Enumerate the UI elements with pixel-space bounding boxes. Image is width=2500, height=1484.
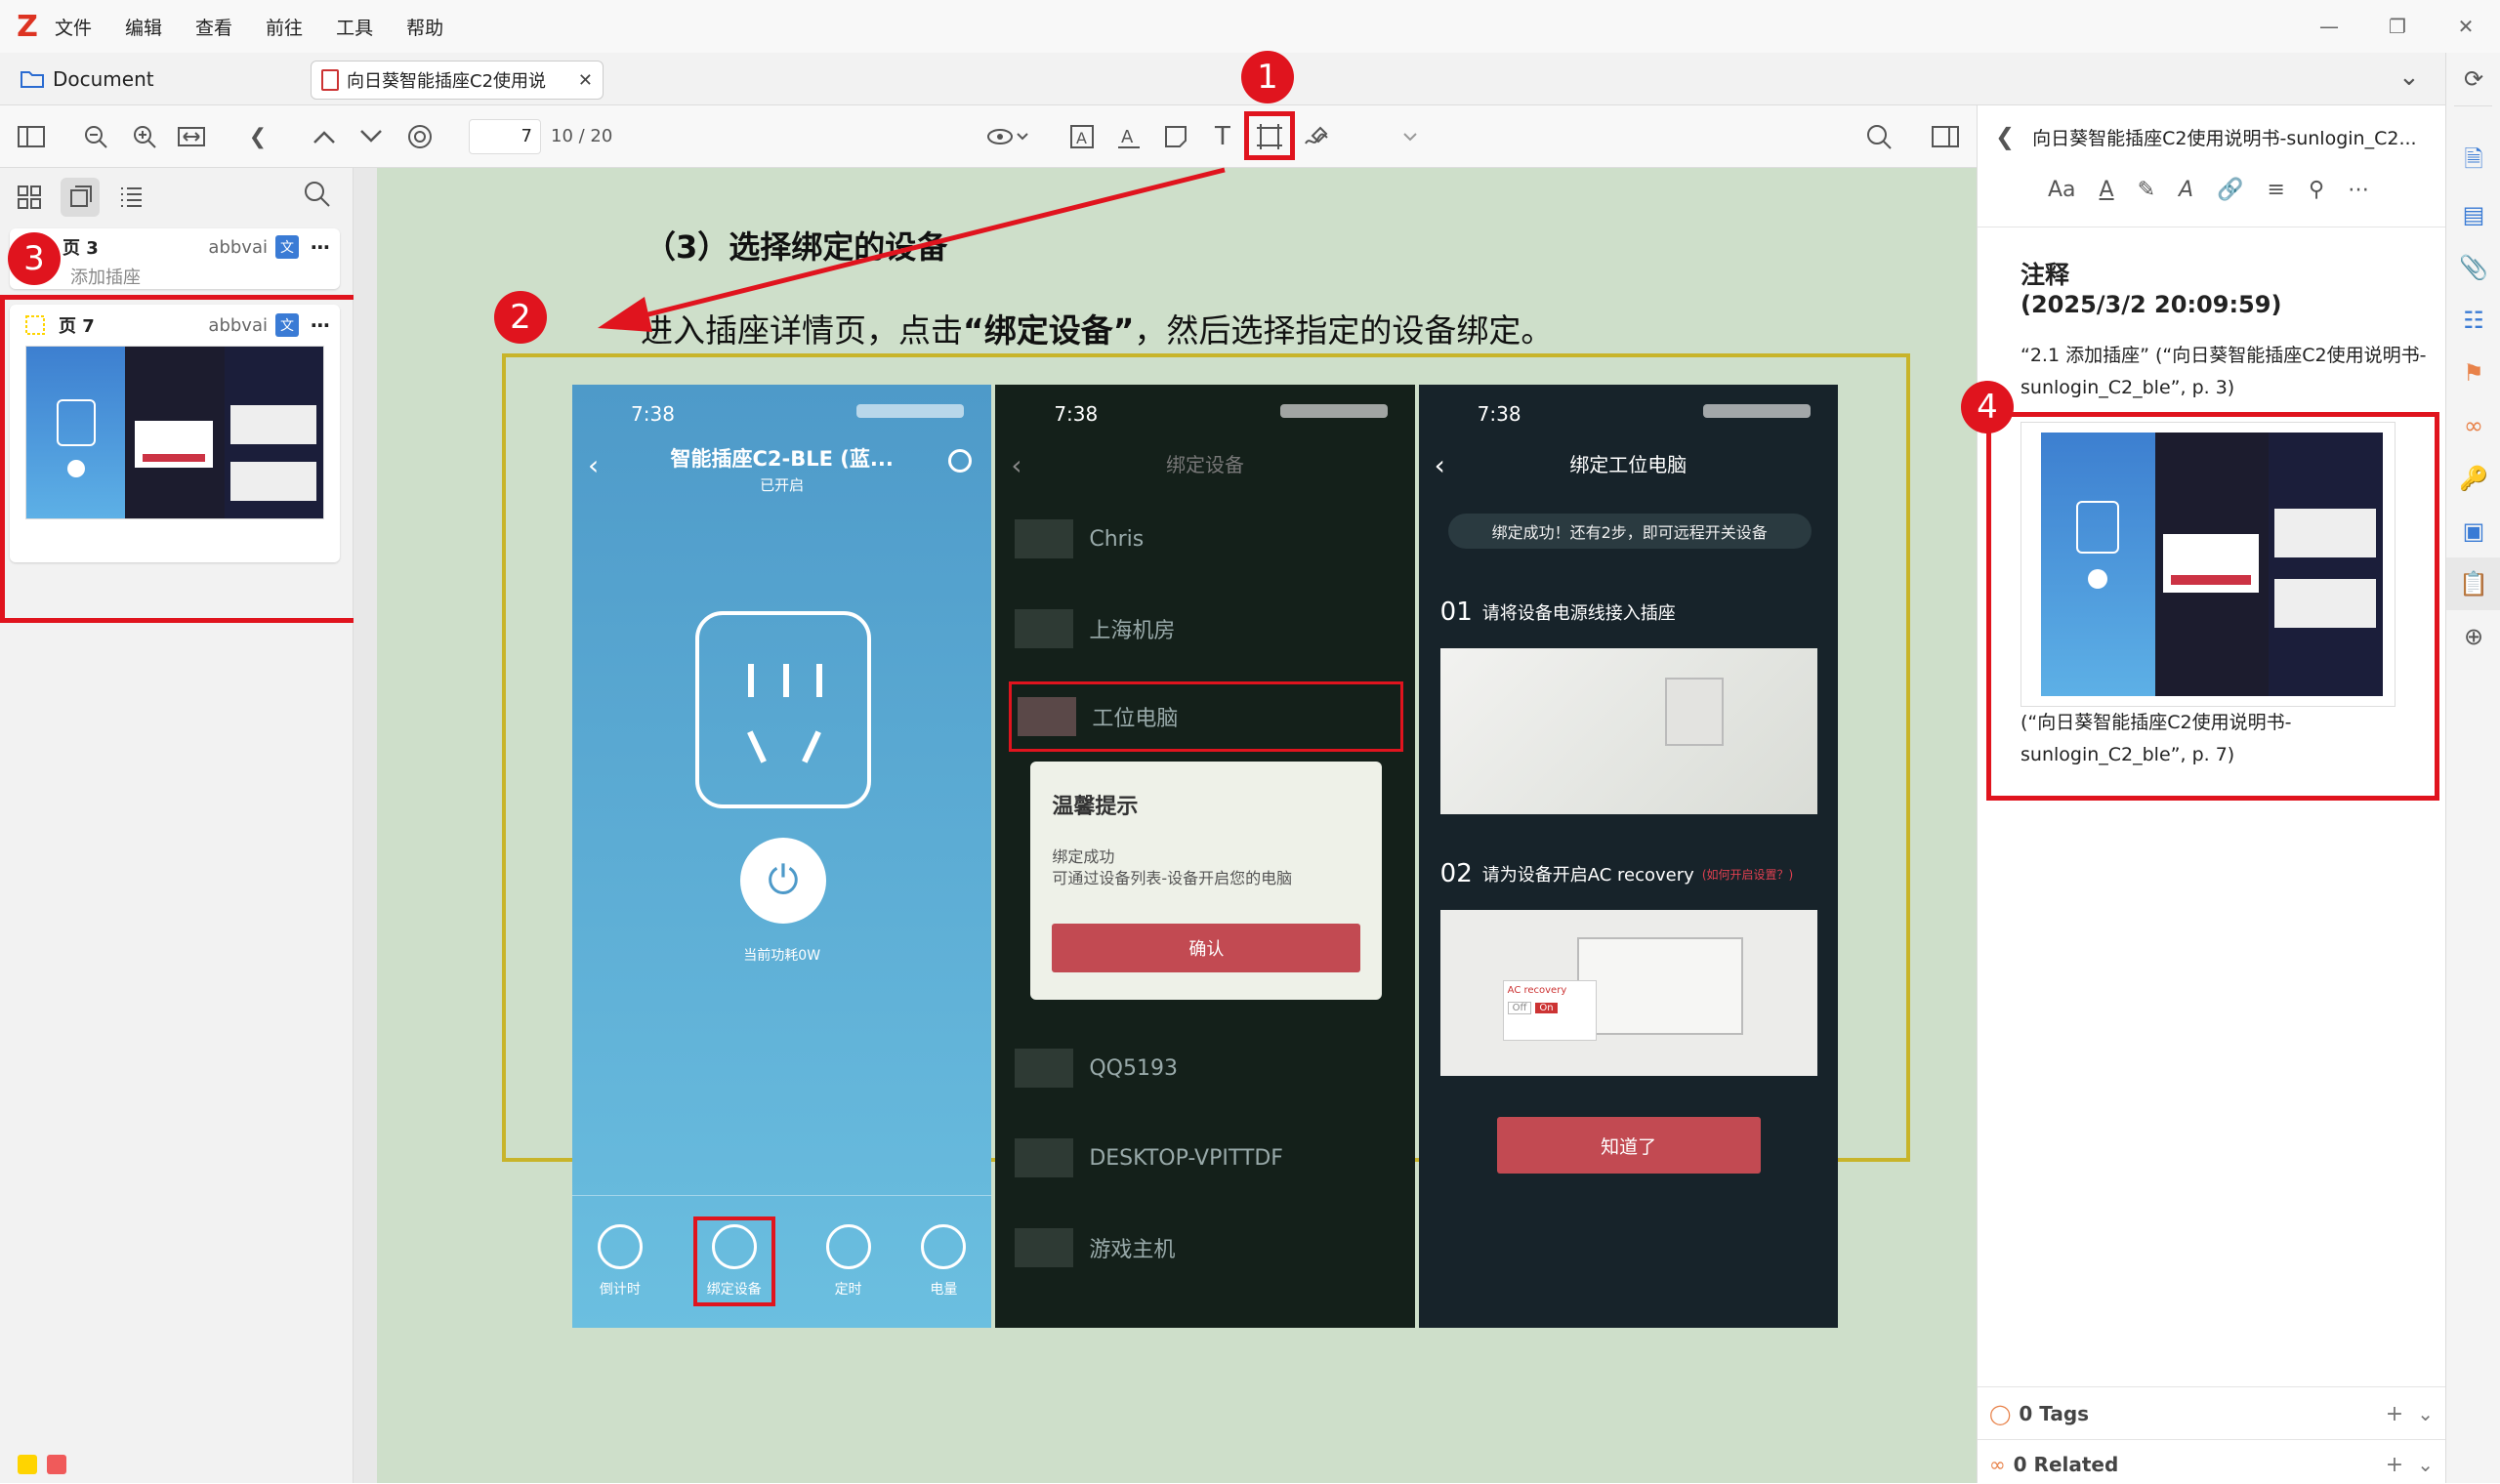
note-quote[interactable]: “2.1 添加插座” (“向日葵智能插座C2使用说明书-sunlogin_C2_… <box>2021 340 2431 404</box>
text-color-icon[interactable]: A <box>2100 178 2114 202</box>
translate-icon[interactable]: ▣ <box>2446 505 2500 557</box>
find-replace-icon[interactable]: ⚲ <box>2309 178 2324 202</box>
callout-4: 4 <box>1961 381 2014 433</box>
related-icon: ∞ <box>1989 1453 2006 1476</box>
sync-icon[interactable]: ⟳ <box>2446 53 2500 105</box>
note-title[interactable]: 注释 <box>2021 256 2069 291</box>
tags-count: 0 Tags <box>2019 1402 2090 1425</box>
locate-icon[interactable]: 🔑 <box>2446 452 2500 505</box>
add-related-icon[interactable]: + <box>2386 1453 2403 1477</box>
tags-collapse-icon[interactable]: ⌄ <box>2417 1402 2434 1425</box>
back-icon[interactable]: ❮ <box>1995 123 2015 150</box>
tags-icon[interactable]: ⚑ <box>2446 347 2500 399</box>
related-count: 0 Related <box>2013 1453 2119 1476</box>
citation-icon[interactable]: ≡ <box>2268 178 2285 202</box>
clear-format-icon[interactable]: A <box>2179 178 2193 202</box>
related-icon[interactable]: ∞ <box>2446 399 2500 452</box>
callout-2: 2 <box>494 291 547 344</box>
related-section[interactable]: ∞ 0 Related + ⌄ <box>1989 1445 2434 1484</box>
link-icon[interactable]: 🔗 <box>2217 178 2243 202</box>
attachments-icon[interactable]: 📎 <box>2446 241 2500 294</box>
add-item-icon[interactable]: ⊕ <box>2446 610 2500 663</box>
libraries-icon[interactable]: ☷ <box>2446 294 2500 347</box>
tag-icon: ◯ <box>1989 1402 2012 1425</box>
related-collapse-icon[interactable]: ⌄ <box>2417 1453 2434 1476</box>
more-options-icon[interactable]: ⋯ <box>2348 178 2369 202</box>
info-icon[interactable]: 🗎 <box>2446 136 2500 188</box>
context-pane-strip: ⟳ 🗎 ▤ 📎 ☷ ⚑ ∞ 🔑 ▣ 📋 ⊕ <box>2445 53 2500 1483</box>
note-image-highlight-box <box>1986 412 2439 801</box>
abstract-icon[interactable]: ▤ <box>2446 188 2500 241</box>
notes-icon[interactable]: 📋 <box>2446 557 2500 610</box>
add-tag-icon[interactable]: + <box>2386 1402 2403 1426</box>
note-parent-title: 向日葵智能插座C2使用说明书-sunlogin_C2... <box>2032 127 2417 149</box>
tags-section[interactable]: ◯ 0 Tags + ⌄ <box>1989 1394 2434 1433</box>
font-size-icon[interactable]: Aa <box>2048 178 2076 202</box>
note-date[interactable]: (2025/3/2 20:09:59) <box>2021 291 2281 318</box>
highlight-icon[interactable]: ✎ <box>2138 178 2155 202</box>
